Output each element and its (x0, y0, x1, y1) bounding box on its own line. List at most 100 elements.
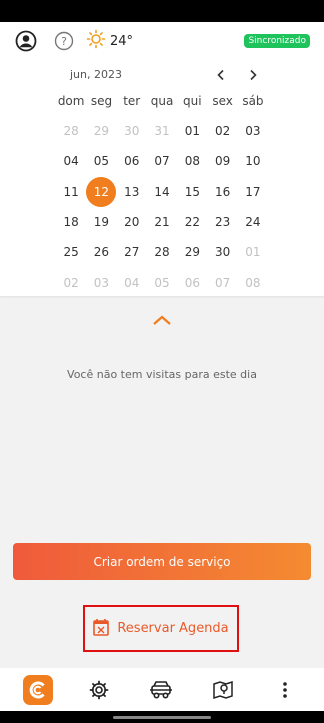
calendar-day[interactable]: 04 (56, 146, 86, 176)
calendar-day-number: 02 (214, 124, 231, 139)
calendar-day-number: 08 (245, 275, 261, 290)
calendar-day-number: 16 (214, 184, 231, 199)
calendar-day[interactable]: 16 (207, 177, 237, 207)
calendar-day[interactable]: 20 (117, 207, 147, 237)
calendar-day-number: 17 (245, 184, 261, 199)
calendar-month-row: jun, 2023 (0, 60, 324, 88)
previous-month-button[interactable] (210, 64, 232, 86)
calendar-day[interactable]: 29 (177, 237, 207, 267)
calendar-day[interactable]: 21 (147, 207, 177, 237)
next-month-button[interactable] (242, 64, 264, 86)
calendar-day[interactable]: 17 (238, 177, 268, 207)
calendar-day[interactable]: 30 (207, 237, 237, 267)
calendar-day[interactable]: 02 (207, 116, 237, 146)
calendar-day[interactable]: 01 (177, 116, 207, 146)
calendar-day[interactable]: 01 (238, 237, 268, 267)
calendar-day[interactable]: 26 (86, 237, 116, 267)
calendar-day-number: 31 (154, 124, 170, 139)
calendar-day-number: 14 (154, 184, 170, 199)
calendar-day[interactable]: 24 (238, 207, 268, 237)
settings-gear-icon[interactable] (83, 674, 115, 706)
calendar-day-number: 28 (154, 245, 170, 260)
calendar-day[interactable]: 19 (86, 207, 116, 237)
calendar-day-number: 03 (93, 275, 110, 290)
create-service-order-button[interactable]: Criar ordem de serviço (13, 543, 311, 580)
calendar-day[interactable]: 02 (56, 267, 86, 297)
reserve-schedule-label: Reservar Agenda (117, 621, 229, 636)
reserve-schedule-button[interactable]: Reservar Agenda (83, 605, 239, 652)
map-pin-icon[interactable] (207, 674, 239, 706)
calendar-day[interactable]: 18 (56, 207, 86, 237)
calendar-day-number: 07 (214, 275, 231, 290)
calendar-day[interactable]: 10 (238, 146, 268, 176)
calendar-day[interactable]: 22 (177, 207, 207, 237)
calendar-day-number: 29 (184, 245, 200, 260)
calendar-day-number: 11 (63, 184, 79, 199)
more-vertical-icon[interactable] (269, 674, 301, 706)
calendar-day-number: 13 (124, 184, 140, 199)
calendar-day[interactable]: 05 (147, 267, 177, 297)
calendar-day[interactable]: 15 (177, 177, 207, 207)
app-logo[interactable] (23, 674, 53, 705)
calendar-day-number: 24 (245, 215, 261, 230)
calendar-day-number: 12 (86, 176, 117, 207)
system-home-indicator (0, 711, 324, 723)
calendar-day-number: 28 (63, 124, 79, 139)
calendar-day[interactable]: 08 (238, 267, 268, 297)
weekday-label: qui (183, 94, 202, 108)
calendar-day-number: 08 (184, 154, 200, 169)
calendar-day[interactable]: 05 (86, 146, 116, 176)
help-icon[interactable]: ? (52, 29, 76, 53)
calendar-day[interactable]: 13 (117, 177, 147, 207)
calendar-day-number: 29 (93, 124, 110, 139)
chevron-left-icon (217, 69, 224, 81)
calendar-day[interactable]: 03 (238, 116, 268, 146)
calendar-day[interactable]: 08 (177, 146, 207, 176)
calendar-day[interactable]: 23 (207, 207, 237, 237)
month-label: jun, 2023 (70, 68, 122, 81)
collapse-calendar-button[interactable] (150, 310, 174, 330)
calendar-day[interactable]: 25 (56, 237, 86, 267)
empty-visits-message: Você não tem visitas para este dia (67, 368, 257, 381)
calendar-day-number: 30 (214, 245, 231, 260)
calendar-day-number: 21 (154, 215, 170, 230)
calendar-day[interactable]: 14 (147, 177, 177, 207)
calendar-day[interactable]: 28 (147, 237, 177, 267)
system-status-bar (0, 0, 324, 22)
chevron-right-icon (250, 69, 257, 81)
sun-icon (86, 29, 106, 53)
bottom-navigation (0, 668, 324, 711)
svg-text:?: ? (61, 35, 67, 48)
calendar-day[interactable]: 29 (86, 116, 116, 146)
calendar-day-number: 15 (184, 184, 200, 199)
calendar-day-number: 20 (124, 215, 140, 230)
calendar: jun, 2023 dom seg ter qua qui sex sáb 28 29 30 31… (0, 60, 324, 296)
calendar-day[interactable]: 04 (117, 267, 147, 297)
vehicle-icon[interactable] (145, 674, 177, 706)
calendar-day[interactable]: 07 (147, 146, 177, 176)
calendar-day[interactable]: 03 (86, 267, 116, 297)
calendar-day-number: 07 (154, 154, 170, 169)
calendar-day[interactable]: 07 (207, 267, 237, 297)
calendar-day[interactable]: 31 (147, 116, 177, 146)
calendar-day-number: 30 (124, 124, 140, 139)
calendar-day-number: 27 (124, 245, 140, 260)
user-circle-icon[interactable] (14, 29, 38, 53)
calendar-day-number: 02 (63, 275, 79, 290)
calendar-day-number: 06 (124, 154, 140, 169)
calendar-day[interactable]: 06 (117, 146, 147, 176)
calendar-day[interactable]: 27 (117, 237, 147, 267)
sync-status-badge: Sincronizado (244, 34, 310, 48)
day-grid: 28 29 30 31 01 02 03 04 05 06 07 08 09 10 11 12 13 14 15 16… (56, 116, 268, 298)
calendar-day[interactable]: 11 (56, 177, 86, 207)
calendar-day[interactable]: 09 (207, 146, 237, 176)
app-logo-icon (29, 681, 45, 698)
weekday-label: seg (90, 94, 113, 108)
calendar-day-number: 18 (63, 215, 79, 230)
calendar-day-selected[interactable]: 12 (86, 176, 117, 207)
calendar-day[interactable]: 30 (117, 116, 147, 146)
calendar-day[interactable]: 28 (56, 116, 86, 146)
weekday-label: sex (212, 94, 233, 108)
calendar-day[interactable]: 06 (177, 267, 207, 297)
temperature-text: 24° (110, 33, 134, 49)
